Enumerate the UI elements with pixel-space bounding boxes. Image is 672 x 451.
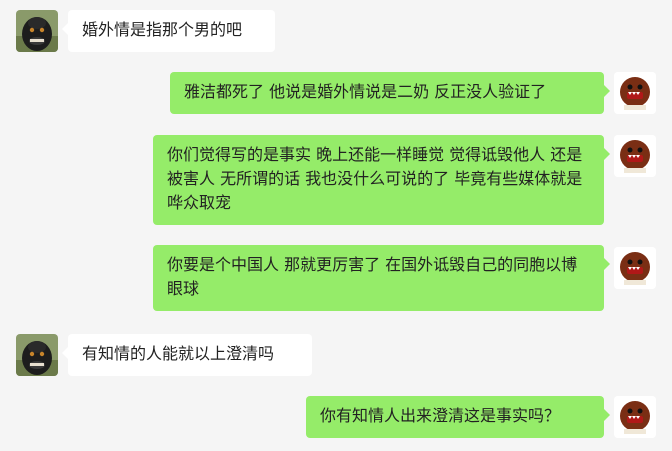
domo-avatar[interactable] <box>614 72 656 114</box>
message-bubble[interactable]: 你有知情人出来澄清这是事实吗？ <box>306 396 610 438</box>
message-bubble[interactable]: 你们觉得写的是事实 晚上还能一样睡觉 觉得诋毁他人 还是被害人 无所谓的话 我也… <box>153 135 610 225</box>
monkey-avatar[interactable] <box>16 10 58 52</box>
message-bubble[interactable]: 婚外情是指那个男的吧 <box>62 10 275 52</box>
monkey-avatar[interactable] <box>16 334 58 376</box>
domo-avatar[interactable] <box>614 396 656 438</box>
domo-avatar[interactable] <box>614 135 656 177</box>
message-bubble[interactable]: 雅洁都死了 他说是婚外情说是二奶 反正没人验证了 <box>170 72 610 114</box>
message-bubble[interactable]: 你要是个中国人 那就更厉害了 在国外诋毁自己的同胞以博眼球 <box>153 245 610 311</box>
domo-avatar[interactable] <box>614 247 656 289</box>
message-bubble[interactable]: 有知情的人能就以上澄清吗 <box>62 334 312 376</box>
